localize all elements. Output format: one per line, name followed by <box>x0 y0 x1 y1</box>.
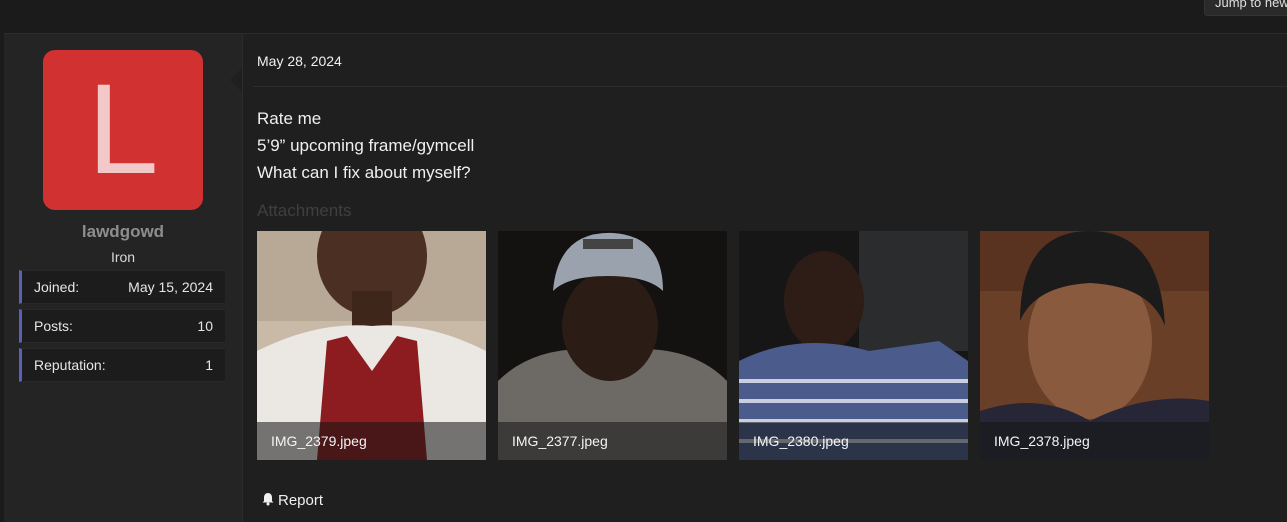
post-line: Rate me <box>257 109 322 128</box>
report-label: Report <box>278 492 324 509</box>
stat-label: Reputation: <box>34 357 106 373</box>
post-body: Rate me 5’9” upcoming frame/gymcell What… <box>257 105 474 186</box>
stat-value: 1 <box>205 357 213 373</box>
stat-label: Joined: <box>34 279 80 295</box>
jump-to-new-button[interactable]: Jump to new <box>1204 0 1287 16</box>
top-bar: Jump to new <box>0 0 1287 32</box>
attachment-thumbnail[interactable]: IMG_2377.jpeg <box>498 231 727 460</box>
stat-value: May 15, 2024 <box>128 279 213 295</box>
stat-joined: Joined: May 15, 2024 <box>19 270 225 304</box>
post-line: 5’9” upcoming frame/gymcell <box>257 136 475 155</box>
attachment-thumbnail[interactable]: IMG_2380.jpeg <box>739 231 968 460</box>
attachment-thumbnail[interactable]: IMG_2378.jpeg <box>980 231 1209 460</box>
attachment-thumbnail[interactable]: IMG_2379.jpeg <box>257 231 486 460</box>
stat-reputation: Reputation: 1 <box>19 348 225 382</box>
post-content: May 28, 2024 Rate me 5’9” upcoming frame… <box>243 34 1287 522</box>
attachments-heading: Attachments <box>257 201 352 220</box>
post-arrow <box>230 68 242 92</box>
attachment-filename: IMG_2378.jpeg <box>980 422 1209 460</box>
post-date-link[interactable]: May 28, 2024 <box>257 53 342 69</box>
username-link[interactable]: lawdgowd <box>4 222 242 242</box>
user-sidebar: L lawdgowd Iron Joined: May 15, 2024 Pos… <box>4 34 243 522</box>
attachment-filename: IMG_2379.jpeg <box>257 422 486 460</box>
attachment-filename: IMG_2380.jpeg <box>739 422 968 460</box>
report-link[interactable]: Report <box>261 492 323 509</box>
attachment-filename: IMG_2377.jpeg <box>498 422 727 460</box>
post: L lawdgowd Iron Joined: May 15, 2024 Pos… <box>4 33 1287 522</box>
stat-value: 10 <box>197 318 213 334</box>
divider <box>253 86 1287 87</box>
bell-icon <box>262 493 274 506</box>
post-line: What can I fix about myself? <box>257 163 471 182</box>
user-rank: Iron <box>110 249 136 265</box>
avatar[interactable]: L <box>43 50 203 210</box>
stat-label: Posts: <box>34 318 73 334</box>
stat-posts: Posts: 10 <box>19 309 225 343</box>
